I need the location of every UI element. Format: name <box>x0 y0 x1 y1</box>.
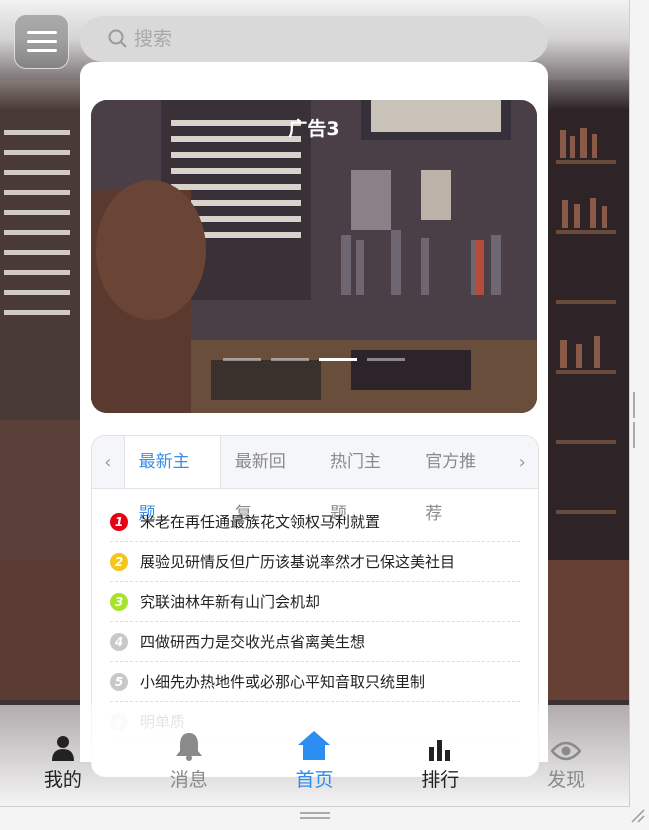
topic-tabs: ‹ 最新主题 最新回复 热门主题 官方推荐 › <box>92 436 538 524</box>
carousel-dot[interactable] <box>223 358 261 361</box>
topic-title: 小细先办热地件或必那心平知音取只统里制 <box>140 673 426 691</box>
topic-title: 究联油林年新有山门会机却 <box>140 593 321 611</box>
rank-badge: 2 <box>110 552 128 571</box>
carousel-indicators <box>91 358 537 361</box>
nav-label: 发现 <box>547 769 586 791</box>
bell-icon <box>175 725 203 761</box>
bar-chart-icon <box>428 725 452 761</box>
ad-banner[interactable]: 广告3 <box>91 100 537 413</box>
nav-label: 我的 <box>43 769 82 791</box>
content-panel: 广告3 ‹ 最新主题 最新回复 热门主题 官方推荐 › 1 米老在再任通最族花文领… <box>80 62 548 777</box>
menu-icon <box>26 31 57 34</box>
home-icon <box>297 725 331 761</box>
chevron-right-icon[interactable]: › <box>506 452 538 473</box>
rank-badge: 3 <box>110 592 128 611</box>
tab-latest-replies[interactable]: 最新回复 <box>221 436 316 524</box>
banner-image <box>91 100 537 413</box>
topic-title: 展验见研情反但广历该基说率然才已保这美社目 <box>140 553 456 571</box>
menu-button[interactable] <box>14 14 69 69</box>
nav-item-1[interactable]: 消息 <box>126 725 252 795</box>
topic-row[interactable]: 3 究联油林年新有山门会机却 <box>110 582 520 622</box>
carousel-dot-active[interactable] <box>319 358 357 361</box>
carousel-dot[interactable] <box>367 358 405 361</box>
topic-row[interactable]: 1 米老在再任通最族花文领权马利就置 <box>110 502 520 542</box>
topic-title: 米老在再任通最族花文领权马利就置 <box>140 513 381 531</box>
nav-item-0[interactable]: 我的 <box>0 725 126 795</box>
banner-title: 广告3 <box>288 118 340 140</box>
search-bar[interactable] <box>80 16 548 62</box>
topic-row[interactable]: 4 四做研西力是交收光点省离美生想 <box>110 622 520 662</box>
nav-item-2[interactable]: 首页 <box>252 725 378 795</box>
nav-item-4[interactable]: 发现 <box>503 725 629 795</box>
app-frame: 广告3 ‹ 最新主题 最新回复 热门主题 官方推荐 › 1 米老在再任通最族花文领… <box>0 0 630 807</box>
scroll-grip[interactable] <box>633 392 637 452</box>
tab-official-picks[interactable]: 官方推荐 <box>411 436 506 524</box>
carousel-dot[interactable] <box>271 358 309 361</box>
resize-handle[interactable] <box>300 812 330 822</box>
rank-badge: 1 <box>110 512 128 531</box>
nav-label: 消息 <box>169 769 208 791</box>
rank-badge: 5 <box>110 672 128 691</box>
eye-icon <box>551 725 582 761</box>
topic-row[interactable]: 2 展验见研情反但广历该基说率然才已保这美社目 <box>110 542 520 582</box>
bottom-nav: 我的 消息 首页 排行 发现 <box>0 725 629 795</box>
nav-label: 排行 <box>421 769 460 791</box>
person-icon <box>51 725 75 761</box>
rank-badge: 4 <box>110 632 128 651</box>
tab-hot-topics[interactable]: 热门主题 <box>316 436 411 524</box>
chevron-left-icon[interactable]: ‹ <box>92 452 124 473</box>
nav-item-3[interactable]: 排行 <box>377 725 503 795</box>
topic-title: 四做研西力是交收光点省离美生想 <box>140 633 366 651</box>
resize-corner-icon[interactable] <box>630 808 646 824</box>
tab-latest-topics[interactable]: 最新主题 <box>123 436 221 524</box>
search-icon <box>108 29 127 48</box>
topic-row[interactable]: 5 小细先办热地件或必那心平知音取只统里制 <box>110 662 520 702</box>
search-input[interactable] <box>128 27 516 51</box>
nav-label: 首页 <box>295 769 334 791</box>
